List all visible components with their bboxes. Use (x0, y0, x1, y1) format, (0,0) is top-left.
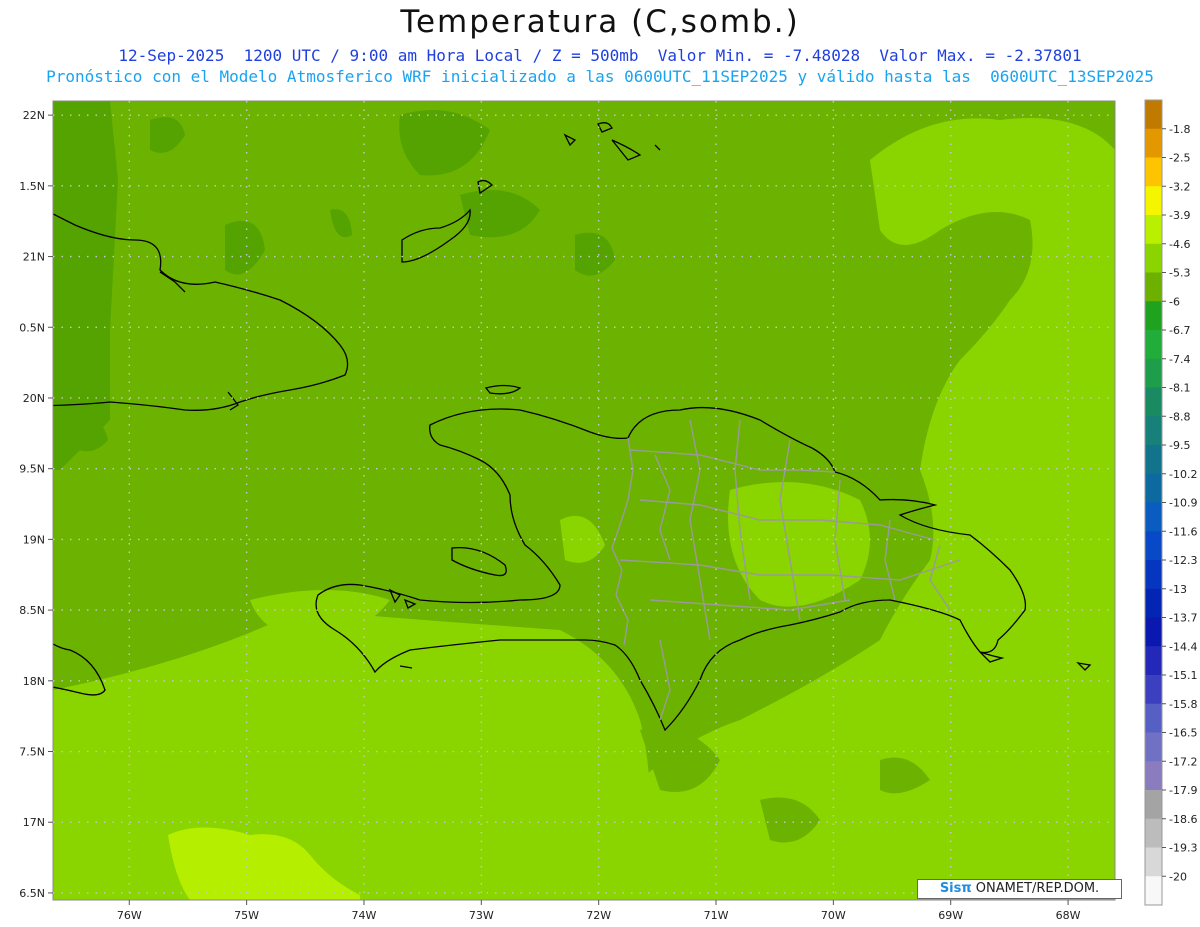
y-tick-label: 8.5N (19, 604, 45, 617)
legend-label: -8.1 (1169, 382, 1190, 395)
legend-swatch (1145, 272, 1162, 302)
y-tick-label: 18N (23, 675, 45, 688)
sispi-logo: Sisπ (939, 881, 972, 896)
x-tick-label: 72W (586, 909, 611, 922)
legend-label: -4.6 (1169, 238, 1190, 251)
legend-label: -1.8 (1169, 123, 1190, 136)
y-tick-label: 21N (23, 251, 45, 264)
legend-label: -17.2 (1169, 755, 1197, 768)
legend-label: -20 (1169, 870, 1187, 883)
y-tick-label: 1.5N (19, 180, 45, 193)
legend-swatch (1145, 445, 1162, 475)
legend-swatch (1145, 157, 1162, 187)
legend-swatch (1145, 473, 1162, 503)
legend-label: -3.2 (1169, 180, 1190, 193)
legend-swatch (1145, 703, 1162, 733)
legend-swatch (1145, 531, 1162, 561)
y-tick-label: 9.5N (19, 463, 45, 476)
x-tick-label: 75W (234, 909, 259, 922)
legend-swatch (1145, 790, 1162, 820)
color-legend: -1.8 -2.5 -3.2 -3.9 -4.6 -5.3 -6 -6.7 -7.4 -8.1 -8… (1144, 99, 1197, 906)
legend-label: -6 (1169, 295, 1180, 308)
x-tick-label: 71W (704, 909, 729, 922)
legend-label: -18.6 (1169, 813, 1197, 826)
credit-text: ONAMET/REP.DOM. (971, 881, 1100, 896)
legend-swatch (1145, 675, 1162, 705)
x-tick-label: 70W (821, 909, 846, 922)
legend-label: -6.7 (1169, 324, 1190, 337)
legend-swatch (1145, 560, 1162, 590)
legend-label: -16.5 (1169, 727, 1197, 740)
legend-label: -9.5 (1169, 439, 1190, 452)
legend-swatch (1145, 128, 1162, 158)
legend-label: -19.3 (1169, 842, 1197, 855)
legend-label: -13 (1169, 583, 1187, 596)
y-tick-label: 17N (23, 816, 45, 829)
legend-swatch (1145, 732, 1162, 762)
legend-label: -10.2 (1169, 468, 1197, 481)
legend-label: -15.1 (1169, 669, 1197, 682)
legend-swatch (1145, 100, 1162, 130)
legend-label: -12.3 (1169, 554, 1197, 567)
y-tick-label: 19N (23, 533, 45, 546)
temperature-map: 76W 75W 74W 73W 72W 71W 70W 69W 68W 22N 1.5N 21N 0.… (19, 99, 1197, 922)
latitude-axis: 22N 1.5N 21N 0.5N 20N 9.5N 19N 8.5N 18N 7.5N 17N 6.… (19, 109, 53, 900)
y-tick-label: 6.5N (19, 887, 45, 900)
y-tick-label: 7.5N (19, 746, 45, 759)
legend-label: -2.5 (1169, 152, 1190, 165)
legend-label: -3.9 (1169, 209, 1190, 222)
legend-label: -10.9 (1169, 497, 1197, 510)
legend-swatch (1145, 215, 1162, 245)
cold-region-west (53, 101, 118, 470)
legend-label: -14.4 (1169, 640, 1197, 653)
legend-label: -15.8 (1169, 698, 1197, 711)
legend-swatch (1145, 876, 1162, 906)
legend-swatch (1145, 646, 1162, 676)
legend-swatch (1145, 502, 1162, 532)
legend-label: -8.8 (1169, 410, 1190, 423)
legend-swatch (1145, 387, 1162, 417)
legend-swatch (1145, 588, 1162, 618)
legend-label: -17.9 (1169, 784, 1197, 797)
x-tick-label: 73W (469, 909, 494, 922)
legend-swatch (1145, 243, 1162, 273)
x-tick-label: 76W (117, 909, 142, 922)
legend-swatch (1145, 358, 1162, 388)
legend-swatch (1145, 330, 1162, 360)
y-tick-label: 0.5N (19, 321, 45, 334)
legend-label: -11.6 (1169, 525, 1197, 538)
y-tick-label: 22N (23, 109, 45, 122)
credit-box: Sisπ ONAMET/REP.DOM. (917, 879, 1122, 899)
legend-swatch (1145, 617, 1162, 647)
legend-label: -7.4 (1169, 353, 1190, 366)
x-tick-label: 68W (1056, 909, 1081, 922)
x-tick-label: 74W (352, 909, 377, 922)
x-tick-label: 69W (938, 909, 963, 922)
legend-label: -5.3 (1169, 267, 1190, 280)
y-tick-label: 20N (23, 392, 45, 405)
legend-swatch (1145, 761, 1162, 791)
longitude-axis: 76W 75W 74W 73W 72W 71W 70W 69W 68W (117, 900, 1081, 922)
legend-swatch (1145, 416, 1162, 446)
legend-swatch (1145, 818, 1162, 848)
legend-swatch (1145, 847, 1162, 877)
legend-swatch (1145, 186, 1162, 216)
legend-swatch (1145, 301, 1162, 331)
legend-label: -13.7 (1169, 612, 1197, 625)
